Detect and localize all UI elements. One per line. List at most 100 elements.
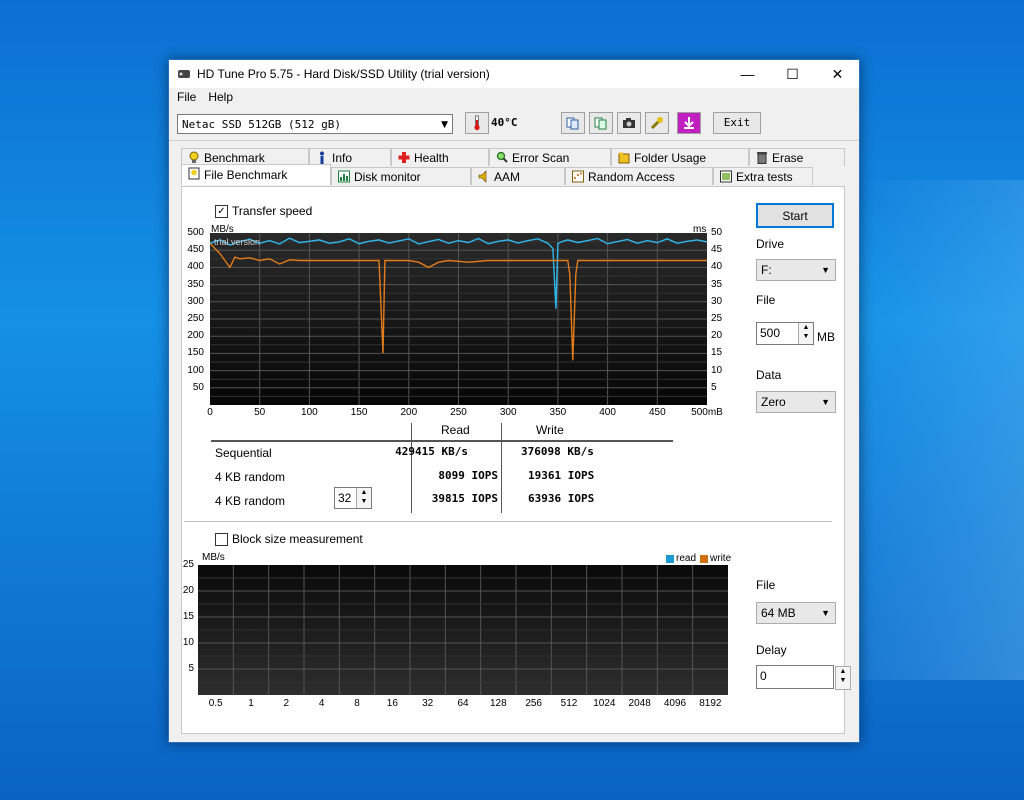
file-unit-label: MB bbox=[817, 330, 835, 344]
block-x-tick: 4 bbox=[318, 698, 325, 709]
save-button[interactable] bbox=[677, 112, 701, 134]
temperature-button[interactable] bbox=[465, 112, 489, 134]
transfer-speed-chart bbox=[210, 233, 707, 405]
block-x-tick: 2 bbox=[283, 698, 290, 709]
copy-all-button[interactable] bbox=[589, 112, 613, 134]
legend-write-swatch bbox=[700, 554, 709, 563]
menu-help[interactable]: Help bbox=[202, 88, 239, 108]
results-divider-2 bbox=[501, 423, 502, 513]
y-right-tick: 30 bbox=[711, 295, 723, 307]
tab-extra-tests[interactable]: Extra tests bbox=[713, 167, 813, 185]
maximize-button[interactable]: ☐ bbox=[770, 60, 815, 88]
exit-button[interactable]: Exit bbox=[713, 112, 761, 134]
4kb-random-read-value: 8099 IOPS bbox=[438, 469, 498, 482]
block-x-tick: 16 bbox=[386, 698, 398, 709]
sequential-read-value: 429415 KB/s bbox=[395, 445, 468, 458]
block-size-chart bbox=[198, 565, 728, 695]
chevron-down-icon: ▼ bbox=[441, 120, 448, 130]
tab-folder-usage-label: Folder Usage bbox=[634, 150, 707, 165]
speaker-icon bbox=[478, 170, 487, 183]
legend-write-label: write bbox=[710, 553, 732, 564]
block-x-tick: 32 bbox=[422, 698, 434, 709]
trial-watermark: trial version bbox=[214, 237, 261, 247]
4kb-random-write-value: 19361 IOPS bbox=[528, 469, 595, 482]
transfer-speed-checkbox[interactable]: ✓ Transfer speed bbox=[215, 204, 312, 218]
close-button[interactable]: ✕ bbox=[815, 60, 860, 88]
title-bar[interactable]: HD Tune Pro 5.75 - Hard Disk/SSD Utility… bbox=[169, 60, 859, 88]
options-button[interactable] bbox=[645, 112, 669, 134]
data-label: Data bbox=[756, 368, 782, 382]
drive-combo[interactable]: F: ▼ bbox=[756, 259, 836, 281]
y-right-tick: 5 bbox=[711, 381, 717, 393]
results-divider-1 bbox=[411, 423, 412, 513]
screenshot-button[interactable] bbox=[617, 112, 641, 134]
y-right-tick: 20 bbox=[711, 330, 723, 342]
monitor-chart-icon bbox=[338, 170, 350, 183]
drive-label: Drive bbox=[756, 237, 785, 251]
sequential-write-value: 376098 KB/s bbox=[521, 445, 594, 458]
file-size-stepper[interactable]: 500 ▲ ▼ bbox=[756, 322, 814, 345]
tab-row-2: File Benchmark Disk monitor AAM Random A… bbox=[181, 164, 845, 185]
tab-aam[interactable]: AAM bbox=[471, 167, 565, 185]
tab-benchmark-label: Benchmark bbox=[204, 150, 265, 165]
chevron-down-icon: ▼ bbox=[821, 397, 830, 407]
block-y-tick: 5 bbox=[188, 663, 194, 674]
tab-error-scan-label: Error Scan bbox=[512, 150, 570, 165]
block-size-checkbox[interactable]: Block size measurement bbox=[215, 532, 363, 546]
desktop-light bbox=[860, 180, 1024, 680]
block-x-tick: 0.5 bbox=[208, 698, 223, 709]
menu-bar: File Help bbox=[169, 88, 859, 108]
y-left-tick: 400 bbox=[187, 261, 204, 273]
x-tick: 400 bbox=[599, 407, 616, 418]
drive-select[interactable]: Netac SSD 512GB (512 gB) ▼ bbox=[177, 114, 453, 134]
block-x-tick: 128 bbox=[489, 698, 507, 709]
block-x-tick: 8192 bbox=[699, 698, 722, 709]
delay-stepper[interactable]: 0 ▲ ▼ bbox=[756, 665, 851, 690]
block-file-label: File bbox=[756, 578, 776, 592]
minimize-button[interactable]: — bbox=[725, 60, 770, 88]
start-button[interactable]: Start bbox=[756, 203, 834, 228]
tab-random-access[interactable]: Random Access bbox=[565, 167, 713, 185]
queue-depth-value: 32 bbox=[338, 491, 352, 505]
block-y-tick: 25 bbox=[182, 559, 194, 570]
x-tick: 250 bbox=[450, 407, 467, 418]
stepper-arrows-icon[interactable]: ▲ ▼ bbox=[835, 666, 851, 690]
chevron-down-icon: ▼ bbox=[821, 608, 830, 618]
file-size-value: 500 bbox=[760, 326, 781, 340]
block-y-tick: 15 bbox=[182, 611, 194, 622]
tab-health[interactable]: Health bbox=[391, 148, 489, 166]
close-icon: ✕ bbox=[831, 65, 844, 82]
queue-depth-stepper[interactable]: 32 ▲ ▼ bbox=[334, 487, 372, 509]
block-file-combo[interactable]: 64 MB ▼ bbox=[756, 602, 836, 624]
info-icon bbox=[320, 151, 324, 164]
block-file-value: 64 MB bbox=[761, 606, 796, 620]
block-x-tick: 64 bbox=[457, 698, 469, 709]
file-label: File bbox=[756, 293, 776, 307]
stepper-arrows-icon[interactable]: ▲ ▼ bbox=[356, 488, 371, 508]
window-title: HD Tune Pro 5.75 - Hard Disk/SSD Utility… bbox=[197, 67, 490, 81]
data-pattern-combo[interactable]: Zero ▼ bbox=[756, 391, 836, 413]
block-y-tick: 20 bbox=[182, 585, 194, 596]
menu-file[interactable]: File bbox=[171, 88, 202, 108]
tab-aam-label: AAM bbox=[494, 169, 521, 184]
tab-erase[interactable]: Erase bbox=[749, 148, 845, 166]
block-unit-label: MB/s bbox=[202, 552, 225, 563]
y-left-tick: 150 bbox=[187, 347, 204, 359]
x-tick: 450 bbox=[648, 407, 666, 418]
stepper-arrows-icon[interactable]: ▲ ▼ bbox=[798, 323, 813, 344]
x-tick: 500mB bbox=[691, 407, 723, 418]
results-header-rule bbox=[211, 440, 673, 442]
tab-error-scan[interactable]: Error Scan bbox=[489, 148, 611, 166]
x-tick: 100 bbox=[301, 407, 318, 418]
y-left-tick: 250 bbox=[187, 313, 204, 324]
file-benchmark-panel: ✓ Transfer speed MB/s ms trial version R… bbox=[181, 186, 851, 734]
y-right-tick: 40 bbox=[711, 261, 723, 273]
tab-file-benchmark[interactable]: File Benchmark bbox=[181, 164, 331, 185]
lightbulb-icon bbox=[189, 151, 199, 163]
x-tick: 50 bbox=[254, 407, 266, 418]
y-right-tick: 10 bbox=[711, 364, 723, 376]
tab-folder-usage[interactable]: Folder Usage bbox=[611, 148, 749, 166]
tab-disk-monitor[interactable]: Disk monitor bbox=[331, 167, 471, 185]
copy-info-button[interactable] bbox=[561, 112, 585, 134]
transfer-speed-label: Transfer speed bbox=[232, 204, 313, 218]
